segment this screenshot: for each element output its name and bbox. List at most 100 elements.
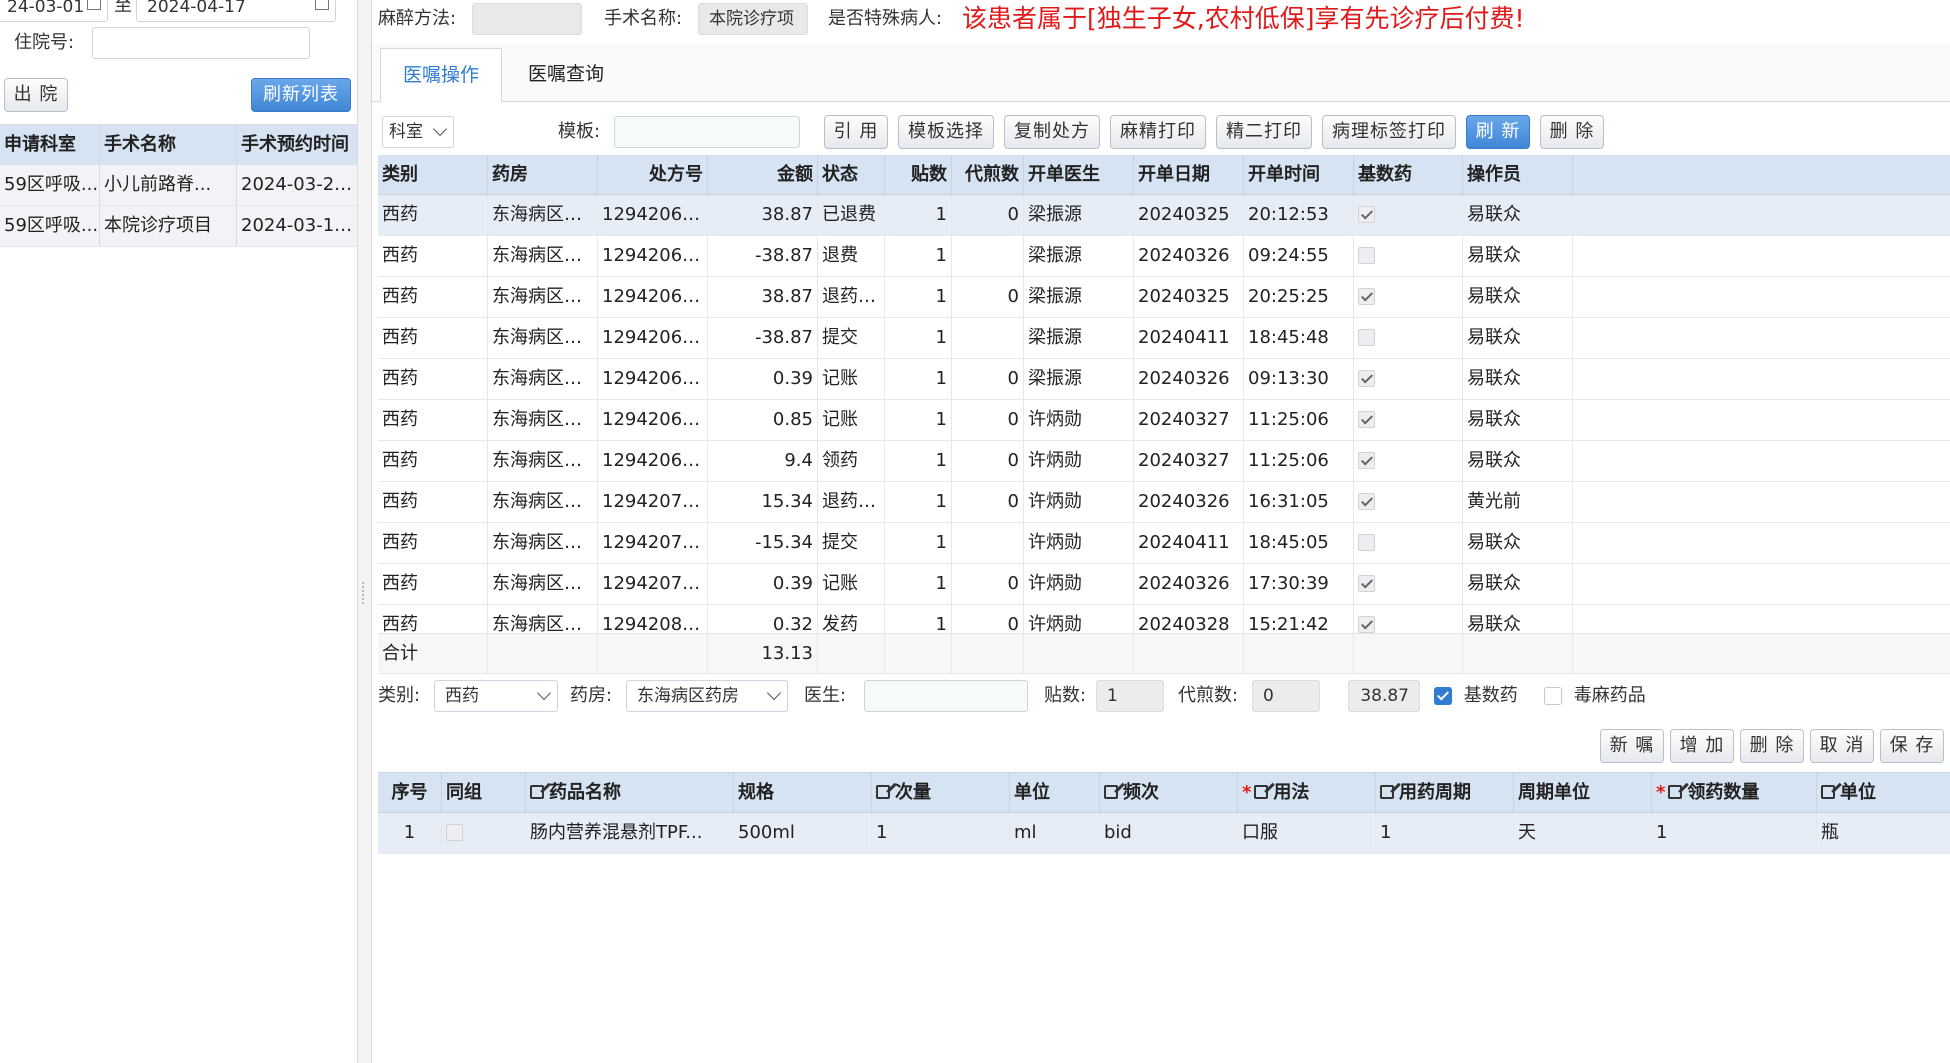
checkbox-unchecked-icon[interactable] [1358,534,1375,551]
date-from-input[interactable]: 24-03-01 [0,0,108,22]
checkbox-checked-icon[interactable] [1358,206,1375,223]
order-detail-row[interactable]: 1 肠内营养混悬剂TPF... 500ml 1 ml bid 口服 1 天 1 … [378,813,1950,854]
doctor-input[interactable] [864,680,1028,712]
delete-button[interactable]: 删 除 [1740,729,1804,763]
col-header-dept[interactable]: 申请科室 [0,125,100,165]
cell-usage[interactable]: 口服 [1238,813,1376,853]
category-select[interactable]: 西药 [434,680,558,712]
anesthesia-field[interactable] [472,3,582,35]
calendar-icon[interactable] [315,0,329,10]
pathology-label-print-button[interactable]: 病理标签打印 [1322,115,1456,149]
date-to-input[interactable]: 2024-04-17 [136,0,336,22]
admission-input[interactable] [92,27,310,59]
delete-rx-button[interactable]: 删 除 [1540,115,1604,149]
narcotic-checkbox[interactable]: 毒麻药品 [1544,680,1646,712]
prescription-row[interactable]: 西药 东海病区药房 129420738 0.39 记账 1 0 许炳勋 20240326 17:3… [378,564,1950,605]
col-header-cycle[interactable]: 用药周期 [1376,773,1514,812]
template-select-button[interactable]: 模板选择 [898,115,994,149]
col-header-pharmacy[interactable]: 药房 [488,155,598,194]
refresh-button[interactable]: 刷 新 [1466,115,1530,149]
calendar-icon[interactable] [87,0,101,10]
prescription-row[interactable]: 西药 东海病区药房 129420697 9.4 领药 1 0 许炳勋 20240327 11:25… [378,441,1950,482]
col-header-take-unit[interactable]: 单位 [1817,773,1950,812]
prescription-row[interactable]: 西药 东海病区药房 129420718 -15.34 提交 1 许炳勋 20240411 18:… [378,523,1950,564]
prescription-row[interactable]: 西药 东海病区药房 129420645 38.87 已退费 1 0 梁振源 20240325 20… [378,195,1950,236]
add-button[interactable]: 增 加 [1670,729,1734,763]
col-header-usage[interactable]: * 用法 [1238,773,1376,812]
col-header-decoct[interactable]: 代煎数 [952,155,1024,194]
base-drug-checkbox[interactable]: 基数药 [1434,680,1518,712]
cell-qty[interactable]: 1 [872,813,1010,853]
col-header-group[interactable]: 同组 [442,773,526,812]
col-header-qty[interactable]: 次量 [872,773,1010,812]
splitter-grip-icon[interactable] [362,582,368,604]
panel-splitter[interactable] [358,0,372,1063]
copy-rx-button[interactable]: 复制处方 [1004,115,1100,149]
prescription-row[interactable]: 西药 东海病区药房 129420697 0.85 记账 1 0 许炳勋 20240327 11:2… [378,400,1950,441]
prescription-row[interactable]: 西药 东海病区药房 129420653 -38.87 提交 1 梁振源 20240411 18:… [378,318,1950,359]
col-header-drug-name[interactable]: 药品名称 [526,773,734,812]
col-header-date[interactable]: 开单日期 [1134,155,1244,194]
cell-take-qty[interactable]: 1 [1652,813,1817,853]
cell-dept: 59区呼吸... [0,165,100,205]
col-header-frequency[interactable]: 频次 [1100,773,1238,812]
doses-field[interactable]: 1 [1096,680,1164,712]
surgery-list-row[interactable]: 59区呼吸... 小儿前路脊... 2024-03-25 ... [0,165,358,206]
new-order-button[interactable]: 新 嘱 [1600,729,1664,763]
surgery-name-field[interactable]: 本院诊疗项 [698,3,808,35]
checkbox-unchecked-icon[interactable] [1358,329,1375,346]
prescription-row[interactable]: 西药东海病区药房12942071815.34退药申...10许炳勋2024032… [378,482,1950,523]
cell-operator: 易联众 [1463,400,1573,440]
narcotic-print-button[interactable]: 麻精打印 [1110,115,1206,149]
refresh-list-button[interactable]: 刷新列表 [251,78,351,112]
col-header-operator[interactable]: 操作员 [1463,155,1573,194]
col-header-doctor[interactable]: 开单医生 [1024,155,1134,194]
dept-select[interactable]: 科室 [382,116,454,148]
checkbox-checked-icon[interactable] [1358,616,1375,633]
discharge-button[interactable]: 出 院 [4,78,68,112]
col-header-seq[interactable]: 序号 [378,773,442,812]
cell-cycle[interactable]: 1 [1376,813,1514,853]
checkbox-checked-icon[interactable] [1358,493,1375,510]
save-button[interactable]: 保 存 [1880,729,1944,763]
prescription-row[interactable]: 西药 东海病区药房 129420645 -38.87 退费 1 梁振源 20240326 09:… [378,236,1950,277]
checkbox-checked-icon[interactable] [1358,452,1375,469]
cell-group[interactable] [442,813,526,853]
prescription-row[interactable]: 西药东海病区药房12942065338.87退药申...10梁振源2024032… [378,277,1950,318]
col-header-category[interactable]: 类别 [378,155,488,194]
col-header-amount[interactable]: 金额 [708,155,818,194]
checkbox-checked-icon[interactable] [1358,370,1375,387]
tab-order-operation[interactable]: 医嘱操作 [380,48,502,103]
col-header-spec[interactable]: 规格 [734,773,872,812]
checkbox-checked-icon[interactable] [1358,288,1375,305]
col-header-unit[interactable]: 单位 [1010,773,1100,812]
cell-take-unit[interactable]: 瓶 [1817,813,1950,853]
col-header-status[interactable]: 状态 [818,155,885,194]
cell-frequency[interactable]: bid [1100,813,1238,853]
tab-order-query[interactable]: 医嘱查询 [504,48,628,103]
psych2-print-button[interactable]: 精二打印 [1216,115,1312,149]
col-header-base-drug[interactable]: 基数药 [1354,155,1463,194]
prescription-row[interactable]: 西药 东海病区药房 129420663 0.39 记账 1 0 梁振源 20240326 09:1… [378,359,1950,400]
col-header-doses[interactable]: 贴数 [885,155,952,194]
col-header-cycle-unit[interactable]: 周期单位 [1514,773,1652,812]
col-header-appt-time[interactable]: 手术预约时间 [237,125,358,165]
checkbox-checked-icon[interactable] [1358,575,1375,592]
col-header-time[interactable]: 开单时间 [1244,155,1354,194]
checkbox-checked-icon[interactable] [1358,411,1375,428]
col-header-rx-no[interactable]: 处方号 [598,155,708,194]
template-input[interactable] [614,116,800,148]
checkbox-checked-icon[interactable] [1434,687,1452,705]
cell-category: 西药 [378,523,488,563]
group-checkbox-icon[interactable] [446,824,463,841]
checkbox-unchecked-icon[interactable] [1544,687,1562,705]
cell-drug-name[interactable]: 肠内营养混悬剂TPF... [526,813,734,853]
pharmacy-select[interactable]: 东海病区药房 [626,680,788,712]
cancel-button[interactable]: 取 消 [1810,729,1874,763]
col-header-surgery[interactable]: 手术名称 [100,125,237,165]
checkbox-unchecked-icon[interactable] [1358,247,1375,264]
decoct-field[interactable]: 0 [1252,680,1320,712]
col-header-take-qty[interactable]: * 领药数量 [1652,773,1817,812]
surgery-list-row[interactable]: 59区呼吸... 本院诊疗项目 2024-03-18 ... [0,206,358,247]
quote-button[interactable]: 引 用 [824,115,888,149]
